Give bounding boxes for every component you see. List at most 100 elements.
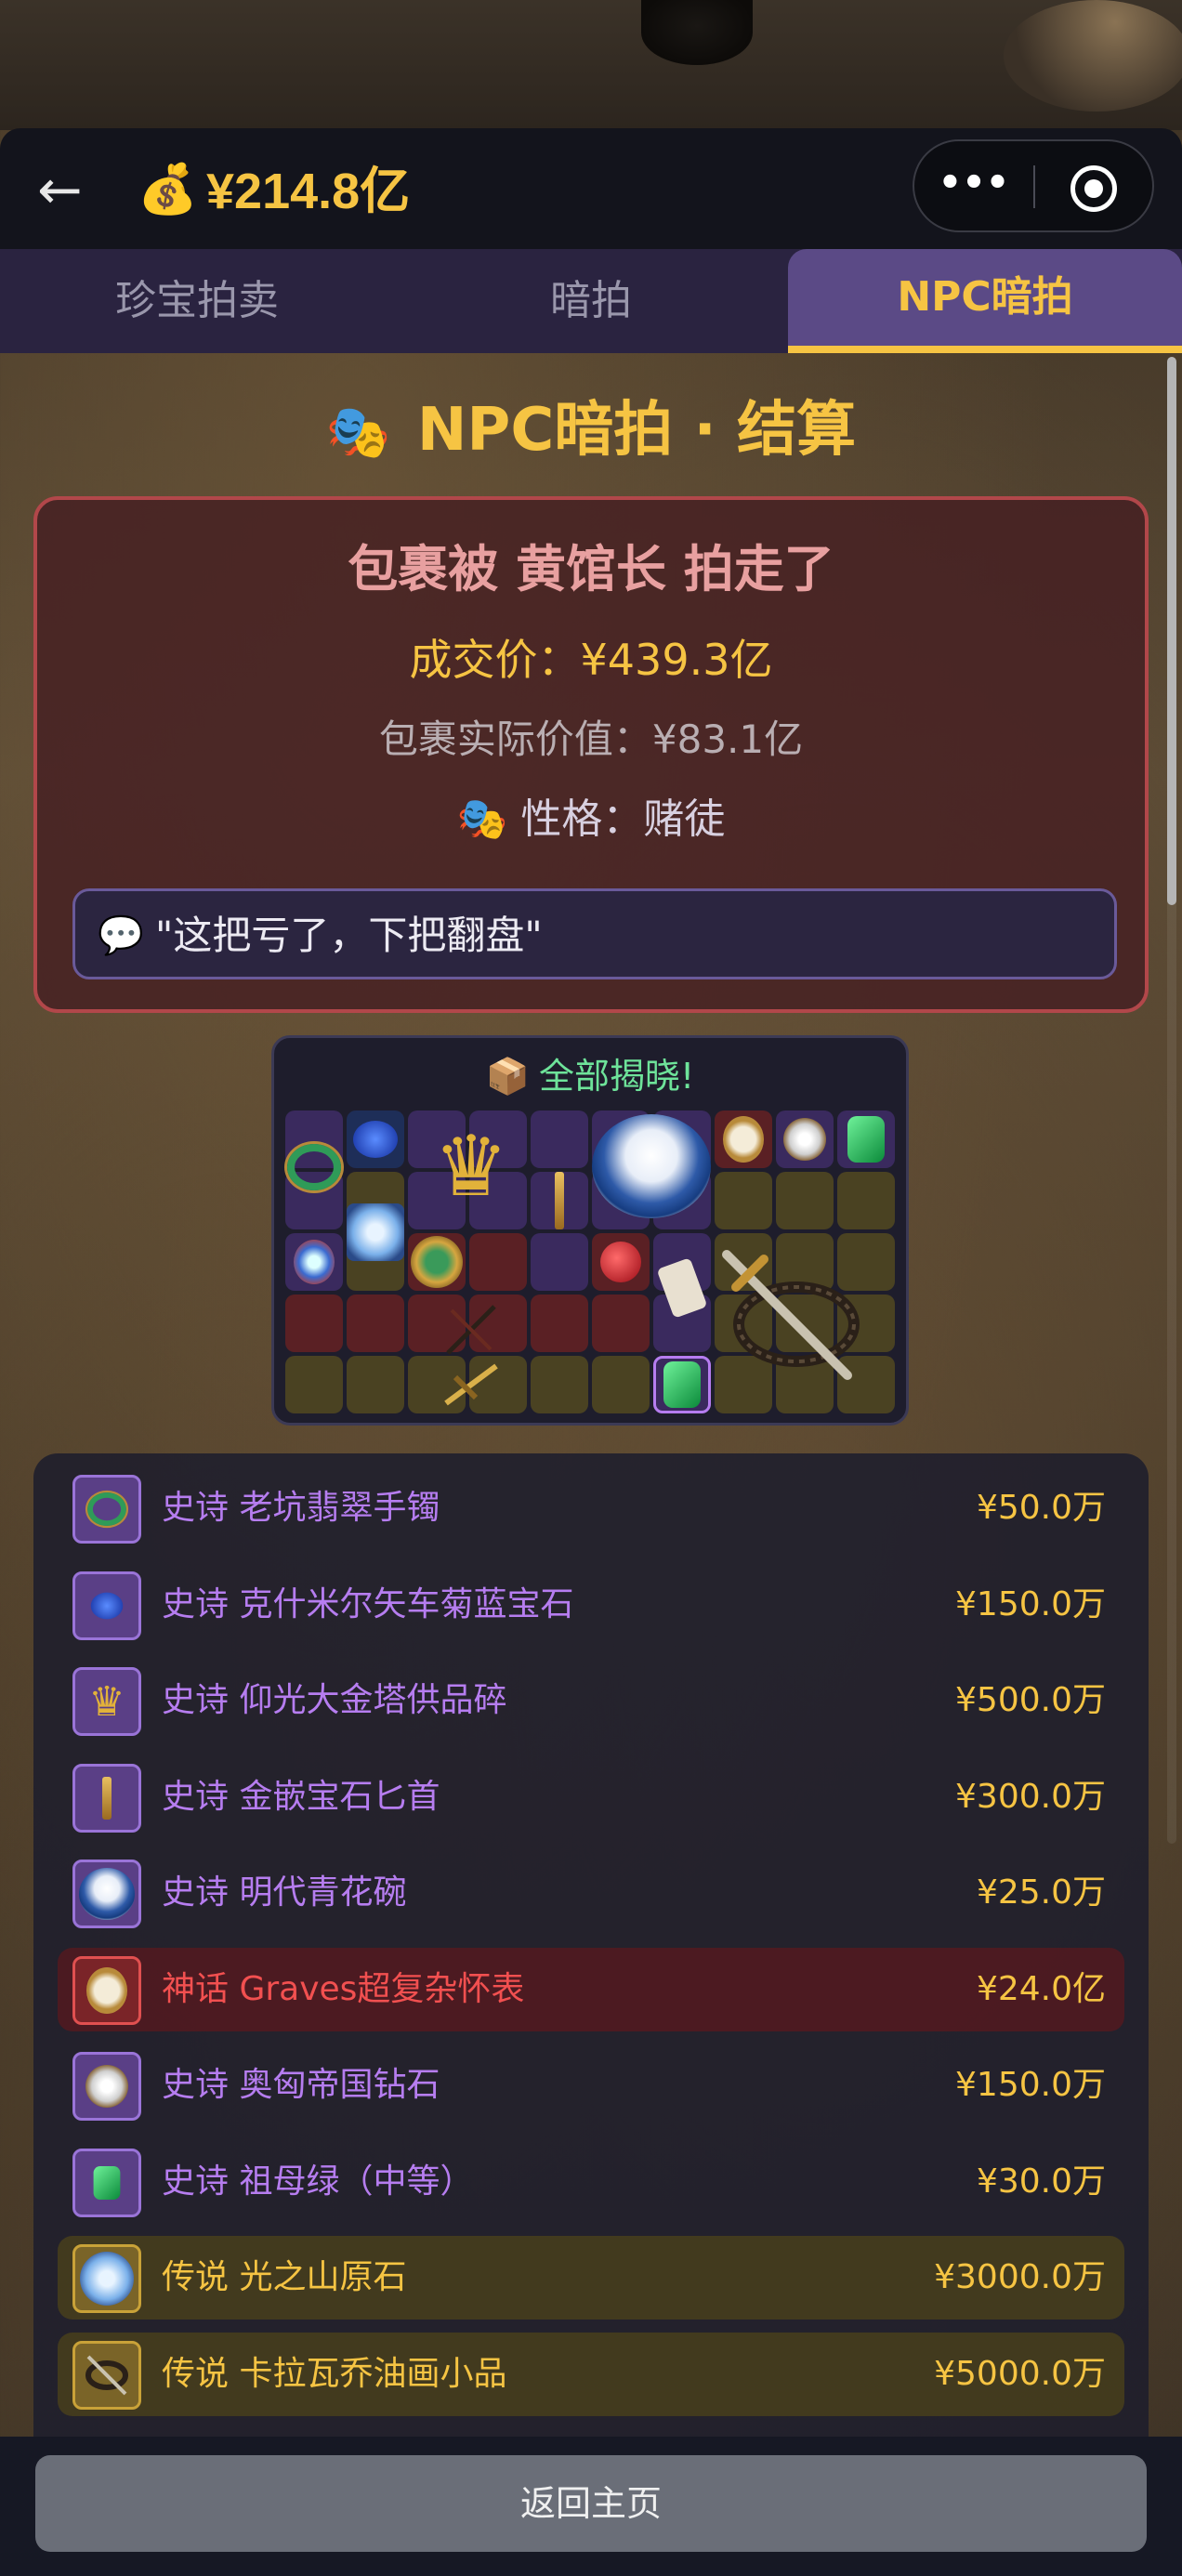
item-rarity: 史诗 xyxy=(162,2066,230,2104)
item-name: 史诗 奥匈帝国钻石 xyxy=(162,2044,440,2127)
winner-message: 包裹被 黄馆长 拍走了 xyxy=(348,540,834,598)
bangle-icon xyxy=(285,1138,343,1196)
bottom-bar: 返回主页 xyxy=(0,2437,1182,2576)
item-name: 史诗 金嵌宝石匕首 xyxy=(162,1755,440,1839)
background-photo xyxy=(0,0,1182,130)
item-price: ¥500.0万 xyxy=(955,1681,1106,1719)
diamond-icon xyxy=(776,1111,834,1168)
list-item[interactable]: 传说 卡拉瓦乔油画小品 ¥5000.0万 xyxy=(58,2332,1124,2416)
list-item[interactable]: 史诗 克什米尔矢车菊蓝宝石 ¥150.0万 xyxy=(58,1563,1124,1647)
page-title: 🎭 NPC暗拍 · 结算 xyxy=(0,388,1182,475)
sword-thorn-crown-icon xyxy=(694,1222,880,1408)
close-target-icon[interactable] xyxy=(1070,165,1117,212)
list-item[interactable]: 史诗 奥匈帝国钻石 ¥150.0万 xyxy=(58,2044,1124,2127)
pocket-watch-icon xyxy=(715,1111,772,1168)
reveal-panel: 📦 全部揭晓! ♛ xyxy=(271,1035,909,1426)
grid-cell xyxy=(776,1172,834,1229)
emerald-icon xyxy=(72,2148,141,2217)
item-name: 传说 卡拉瓦乔油画小品 xyxy=(162,2333,506,2416)
grid-cell xyxy=(347,1356,404,1413)
porcelain-bowl-icon xyxy=(72,1860,141,1928)
porcelain-bowl-icon xyxy=(592,1111,711,1222)
item-price: ¥150.0万 xyxy=(955,1584,1106,1623)
compass-decoration xyxy=(1004,0,1182,112)
item-rarity: 传说 xyxy=(162,2354,230,2393)
item-rarity: 史诗 xyxy=(162,1681,230,1719)
item-rarity: 史诗 xyxy=(162,1489,230,1527)
list-item[interactable]: 史诗 老坑翡翠手镯 ¥50.0万 xyxy=(58,1466,1124,1550)
grid-cell xyxy=(285,1295,343,1352)
npc-quote-box: 💬 "这把亏了，下把翻盘" xyxy=(72,888,1117,979)
item-title: 金嵌宝石匕首 xyxy=(239,1777,440,1816)
list-item[interactable]: 史诗 祖母绿（中等） ¥30.0万 xyxy=(58,2140,1124,2224)
item-price: ¥150.0万 xyxy=(955,2066,1106,2104)
deal-price: 成交价：¥439.3亿 xyxy=(409,635,773,685)
more-options-icon[interactable]: ••• xyxy=(914,141,1033,230)
list-item[interactable]: 史诗 明代青花碗 ¥25.0万 xyxy=(58,1851,1124,1935)
golden-sword-icon xyxy=(434,1356,508,1413)
item-title: Graves超复杂怀表 xyxy=(239,1969,525,2008)
dagger-icon xyxy=(531,1172,588,1229)
list-item[interactable]: ♛ 史诗 仰光大金塔供品碎 ¥500.0万 xyxy=(58,1659,1124,1742)
emerald-icon xyxy=(837,1111,895,1168)
speech-bubble-icon: 💬 xyxy=(98,914,144,957)
tab-bar: 珍宝拍卖 暗拍 NPC暗拍 xyxy=(0,249,1182,353)
grid-cell xyxy=(837,1172,895,1229)
item-price: ¥5000.0万 xyxy=(934,2354,1106,2393)
ink-bottle-decoration xyxy=(641,0,753,65)
item-name: 神话 Graves超复杂怀表 xyxy=(162,1948,524,2031)
item-name: 传说 光之山原石 xyxy=(162,2236,406,2320)
list-item[interactable]: 神话 Graves超复杂怀表 ¥24.0亿 xyxy=(58,1947,1124,2031)
ruby-icon xyxy=(592,1233,650,1291)
item-price: ¥50.0万 xyxy=(976,1489,1106,1527)
tab-treasure-auction[interactable]: 珍宝拍卖 xyxy=(0,249,394,353)
item-title: 明代青花碗 xyxy=(239,1873,407,1912)
item-price: ¥30.0万 xyxy=(976,2162,1106,2201)
grid-cell xyxy=(285,1356,343,1413)
medal-icon xyxy=(408,1233,466,1291)
item-name: 史诗 明代青花碗 xyxy=(162,1851,406,1935)
grid-cell xyxy=(531,1356,588,1413)
grid-cell xyxy=(592,1295,650,1352)
item-title: 奥匈帝国钻石 xyxy=(239,2066,440,2104)
item-rarity: 史诗 xyxy=(162,2162,230,2201)
item-rarity: 传说 xyxy=(162,2258,230,2296)
item-rarity: 神话 xyxy=(162,1969,230,2008)
item-title: 克什米尔矢车菊蓝宝石 xyxy=(239,1584,574,1623)
item-title: 祖母绿（中等） xyxy=(239,2162,474,2201)
tab-npc-blind-auction[interactable]: NPC暗拍 xyxy=(788,249,1182,353)
item-name: 史诗 仰光大金塔供品碎 xyxy=(162,1659,506,1742)
back-button[interactable]: ← xyxy=(37,162,112,217)
npc-quote-text: "这把亏了，下把翻盘" xyxy=(155,913,543,958)
sapphire-icon xyxy=(72,1571,141,1640)
pocket-watch-icon xyxy=(72,1955,141,2025)
diamond-icon xyxy=(72,2052,141,2121)
item-price: ¥300.0万 xyxy=(955,1777,1106,1816)
npc-personality: 🎭 性格：赌徒 xyxy=(37,790,1145,849)
pendant-icon xyxy=(285,1233,343,1291)
list-item[interactable]: 史诗 金嵌宝石匕首 ¥300.0万 xyxy=(58,1755,1124,1839)
settlement-result-card: 包裹被 黄馆长 拍走了 成交价：¥439.3亿 包裹实际价值：¥83.1亿 🎭 … xyxy=(33,496,1149,1013)
painting-icon xyxy=(72,2340,141,2410)
package-icon: 📦 xyxy=(485,1056,531,1097)
item-list: 史诗 老坑翡翠手镯 ¥50.0万 史诗 克什米尔矢车菊蓝宝石 ¥150.0万 ♛ 史诗 仰… xyxy=(33,1453,1149,2438)
money-bag-icon: 💰 xyxy=(138,162,198,217)
item-title: 老坑翡翠手镯 xyxy=(239,1489,440,1527)
item-rarity: 史诗 xyxy=(162,1777,230,1816)
koh-i-noor-icon xyxy=(347,1203,404,1261)
tab-blind-auction[interactable]: 暗拍 xyxy=(394,249,788,353)
list-item[interactable]: 传说 光之山原石 ¥3000.0万 xyxy=(58,2236,1124,2320)
item-title: 光之山原石 xyxy=(239,2258,407,2296)
header-bar: ← 💰 ¥214.8亿 ••• xyxy=(0,128,1182,249)
grid-cell xyxy=(531,1233,588,1291)
item-name: 史诗 克什米尔矢车菊蓝宝石 xyxy=(162,1563,573,1647)
item-rarity: 史诗 xyxy=(162,1584,230,1623)
item-price: ¥3000.0万 xyxy=(934,2258,1106,2296)
grid-cell xyxy=(531,1111,588,1168)
bangle-icon xyxy=(72,1475,141,1544)
item-title: 仰光大金塔供品碎 xyxy=(239,1681,507,1719)
theater-masks-icon: 🎭 xyxy=(456,795,508,843)
return-home-button[interactable]: 返回主页 xyxy=(35,2455,1147,2552)
koh-i-noor-icon xyxy=(72,2244,141,2313)
item-price: ¥24.0亿 xyxy=(976,1969,1106,2008)
